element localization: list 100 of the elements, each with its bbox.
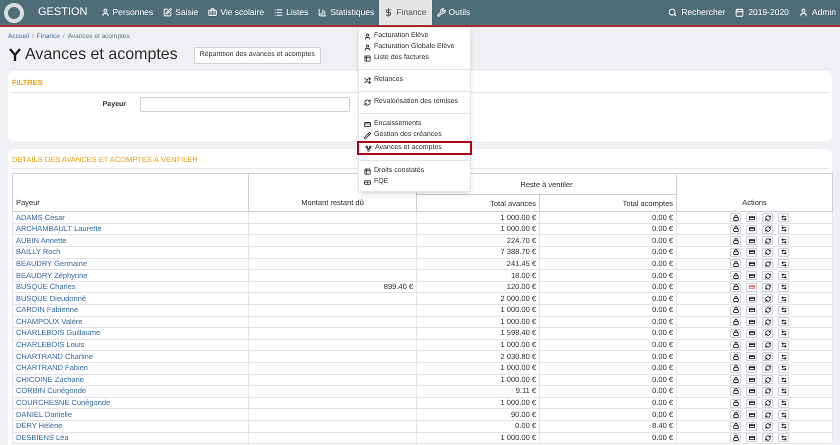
transfer-button[interactable] bbox=[778, 364, 790, 373]
payer-input-field[interactable] bbox=[140, 97, 350, 112]
card-button[interactable] bbox=[746, 422, 758, 431]
transfer-button[interactable] bbox=[778, 248, 790, 257]
wrench-icon bbox=[436, 8, 446, 17]
card-button[interactable] bbox=[746, 306, 758, 315]
lock-button[interactable] bbox=[730, 224, 742, 234]
nav-tab[interactable]: Outils bbox=[432, 0, 476, 25]
fork-icon bbox=[9, 48, 21, 62]
transfer-button[interactable] bbox=[778, 386, 790, 396]
transfer-button[interactable] bbox=[778, 259, 790, 268]
card-button[interactable] bbox=[746, 364, 758, 373]
card-button[interactable] bbox=[746, 224, 758, 234]
card-button[interactable] bbox=[746, 328, 758, 338]
lock-button[interactable] bbox=[730, 364, 742, 373]
calendar-icon bbox=[735, 8, 744, 17]
bar-chart-icon bbox=[318, 8, 328, 17]
nav-link[interactable]: Admin bbox=[798, 6, 836, 19]
transfer-button[interactable] bbox=[778, 328, 790, 338]
refresh-button[interactable] bbox=[762, 375, 774, 384]
lock-button[interactable] bbox=[730, 236, 742, 246]
search-icon bbox=[668, 8, 678, 17]
lock-button[interactable] bbox=[730, 271, 742, 280]
card-button[interactable] bbox=[746, 213, 758, 222]
refresh-button[interactable] bbox=[762, 213, 774, 222]
refresh-button[interactable] bbox=[762, 236, 774, 246]
logo-icon[interactable] bbox=[4, 2, 24, 22]
lock-button[interactable] bbox=[730, 422, 742, 431]
lock-button[interactable] bbox=[730, 259, 742, 268]
refresh-button[interactable] bbox=[762, 422, 774, 431]
edit-icon bbox=[163, 8, 172, 17]
refresh-button[interactable] bbox=[762, 328, 774, 338]
card-button[interactable] bbox=[746, 317, 758, 326]
lock-button[interactable] bbox=[730, 375, 742, 384]
lock-button[interactable] bbox=[730, 328, 742, 338]
nav-tab[interactable]: Listes bbox=[269, 0, 314, 25]
transfer-button[interactable] bbox=[778, 410, 790, 420]
card-button[interactable] bbox=[746, 386, 758, 396]
card-button[interactable] bbox=[746, 248, 758, 257]
transfer-button[interactable] bbox=[778, 433, 790, 442]
nav-link[interactable]: Rechercher bbox=[668, 6, 726, 19]
refresh-button[interactable] bbox=[762, 352, 774, 362]
refresh-button[interactable] bbox=[762, 317, 774, 326]
card-button[interactable] bbox=[746, 259, 758, 268]
transfer-button[interactable] bbox=[778, 398, 790, 408]
refresh-button[interactable] bbox=[762, 271, 774, 280]
refresh-button[interactable] bbox=[762, 259, 774, 268]
lock-button[interactable] bbox=[730, 282, 742, 292]
transfer-button[interactable] bbox=[778, 271, 790, 280]
refresh-button[interactable] bbox=[762, 248, 774, 257]
card-button[interactable] bbox=[746, 375, 758, 384]
card-button[interactable] bbox=[746, 410, 758, 420]
transfer-button[interactable] bbox=[778, 340, 790, 350]
refresh-button[interactable] bbox=[762, 433, 774, 442]
lock-button[interactable] bbox=[730, 248, 742, 257]
lock-button[interactable] bbox=[730, 340, 742, 350]
refresh-button[interactable] bbox=[762, 340, 774, 350]
refresh-button[interactable] bbox=[762, 294, 774, 304]
transfer-button[interactable] bbox=[778, 213, 790, 222]
card-button[interactable] bbox=[746, 236, 758, 246]
transfer-button[interactable] bbox=[778, 375, 790, 384]
refresh-button[interactable] bbox=[762, 386, 774, 396]
transfer-button[interactable] bbox=[778, 282, 790, 292]
lock-button[interactable] bbox=[730, 398, 742, 408]
nav-tab[interactable]: Finance bbox=[379, 0, 432, 25]
transfer-button[interactable] bbox=[778, 236, 790, 246]
transfer-button[interactable] bbox=[778, 352, 790, 362]
card-button[interactable] bbox=[746, 340, 758, 350]
card-button[interactable] bbox=[746, 433, 758, 442]
transfer-button[interactable] bbox=[778, 294, 790, 304]
card-button[interactable] bbox=[746, 352, 758, 362]
nav-tab[interactable]: Vie scolaire bbox=[203, 0, 270, 25]
transfer-button[interactable] bbox=[778, 317, 790, 326]
refresh-button[interactable] bbox=[762, 398, 774, 408]
lock-button[interactable] bbox=[730, 410, 742, 420]
card-button[interactable] bbox=[746, 294, 758, 304]
card-button[interactable] bbox=[746, 271, 758, 280]
brand-title[interactable]: GESTION bbox=[38, 4, 88, 21]
transfer-button[interactable] bbox=[778, 422, 790, 431]
lock-button[interactable] bbox=[730, 433, 742, 442]
refresh-button[interactable] bbox=[762, 364, 774, 373]
lock-button[interactable] bbox=[730, 306, 742, 315]
lock-button[interactable] bbox=[730, 294, 742, 304]
lock-button[interactable] bbox=[730, 386, 742, 396]
nav-tab[interactable]: Statistiques bbox=[313, 0, 380, 25]
lock-button[interactable] bbox=[730, 352, 742, 362]
lock-button[interactable] bbox=[730, 317, 742, 326]
transfer-button[interactable] bbox=[778, 306, 790, 315]
lock-button[interactable] bbox=[730, 213, 742, 222]
card-button[interactable] bbox=[746, 398, 758, 408]
refresh-button[interactable] bbox=[762, 282, 774, 292]
nav-tab[interactable]: Saisie bbox=[158, 0, 204, 25]
nav-link[interactable]: 2019-2020 bbox=[735, 6, 789, 19]
person-icon bbox=[798, 8, 808, 17]
refresh-button[interactable] bbox=[762, 306, 774, 315]
refresh-button[interactable] bbox=[762, 410, 774, 420]
person-icon bbox=[100, 8, 110, 17]
refresh-button[interactable] bbox=[762, 224, 774, 234]
transfer-button[interactable] bbox=[778, 224, 790, 234]
nav-tab[interactable]: Personnes bbox=[96, 0, 158, 25]
